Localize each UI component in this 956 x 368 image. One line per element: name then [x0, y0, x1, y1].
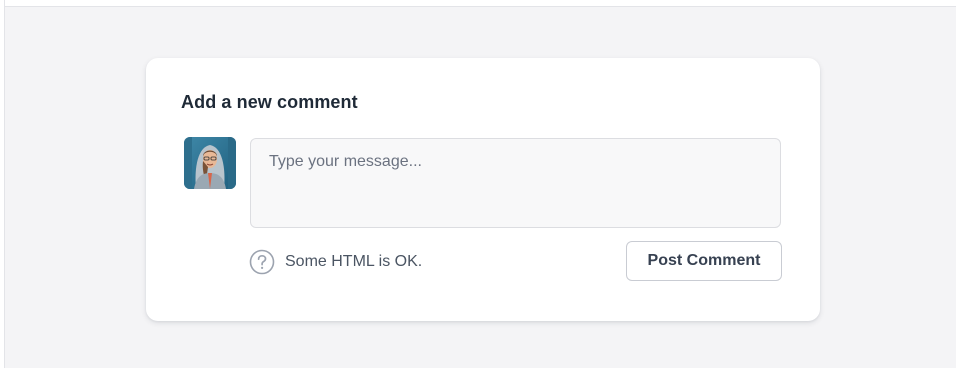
- comment-message-input[interactable]: [250, 138, 781, 228]
- help-text: Some HTML is OK.: [285, 253, 423, 270]
- comment-card: Add a new comment Type your message... S…: [146, 58, 820, 321]
- window-top-edge: [0, 0, 956, 7]
- user-avatar: [184, 137, 236, 189]
- avatar-photo-icon: [184, 137, 236, 189]
- question-circle-icon[interactable]: [249, 249, 275, 275]
- post-comment-button[interactable]: Post Comment: [626, 241, 782, 281]
- comment-form-title: Add a new comment: [181, 92, 358, 112]
- html-help-note: Some HTML is OK.: [249, 249, 422, 275]
- window-left-edge: [0, 0, 5, 368]
